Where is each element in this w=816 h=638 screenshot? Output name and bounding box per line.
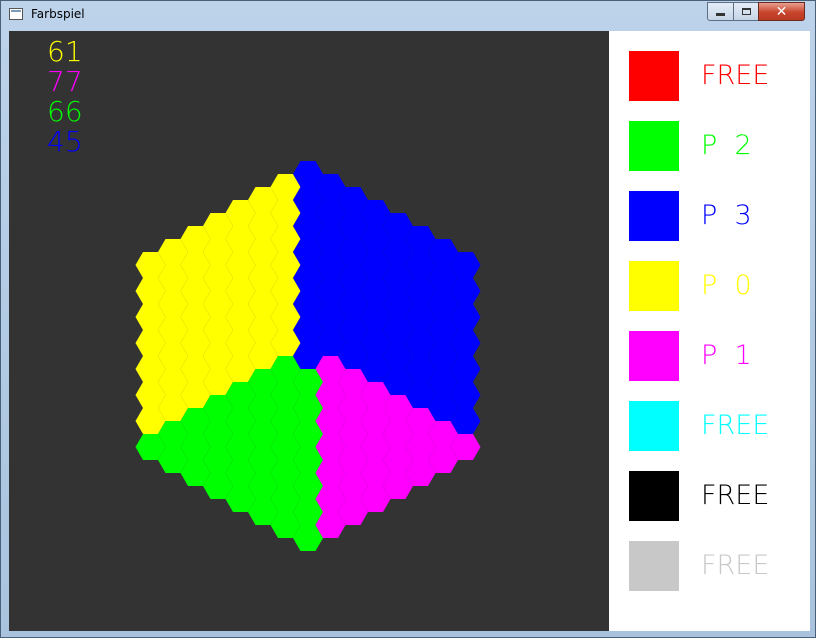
window-icon xyxy=(9,8,23,20)
green-swatch[interactable] xyxy=(629,121,679,171)
close-button[interactable]: ✕ xyxy=(758,2,805,21)
window-title: Farbspiel xyxy=(31,7,85,21)
score-list: 61 77 66 45 xyxy=(47,37,83,157)
client-area: 61 77 66 45 FREE P 2 P 3 P 0 P 1 FREE FR… xyxy=(9,31,810,631)
cyan-slot-label: FREE xyxy=(701,410,770,441)
color-slot-red[interactable]: FREE xyxy=(629,51,799,101)
score-blue: 45 xyxy=(47,125,83,158)
app-window: Farbspiel ✕ 61 77 66 45 FREE P 2 P 3 P 0… xyxy=(0,0,816,638)
title-bar[interactable]: Farbspiel ✕ xyxy=(1,1,815,30)
blue-slot-label: P 3 xyxy=(701,200,752,231)
color-slot-magenta[interactable]: P 1 xyxy=(629,331,799,381)
red-slot-label: FREE xyxy=(701,60,770,91)
minimize-icon xyxy=(716,13,725,16)
score-yellow: 61 xyxy=(47,35,83,68)
score-green: 66 xyxy=(47,95,83,128)
color-slot-black[interactable]: FREE xyxy=(629,471,799,521)
gray-slot-label: FREE xyxy=(701,550,770,581)
color-slot-yellow[interactable]: P 0 xyxy=(629,261,799,311)
cyan-swatch[interactable] xyxy=(629,401,679,451)
maximize-icon xyxy=(741,8,751,15)
gray-swatch[interactable] xyxy=(629,541,679,591)
magenta-swatch[interactable] xyxy=(629,331,679,381)
black-swatch[interactable] xyxy=(629,471,679,521)
blue-swatch[interactable] xyxy=(629,191,679,241)
color-slot-blue[interactable]: P 3 xyxy=(629,191,799,241)
minimize-button[interactable] xyxy=(707,2,734,21)
score-magenta: 77 xyxy=(47,65,83,98)
yellow-swatch[interactable] xyxy=(629,261,679,311)
hex-board[interactable] xyxy=(9,31,609,631)
color-slot-cyan[interactable]: FREE xyxy=(629,401,799,451)
maximize-button[interactable] xyxy=(733,2,759,21)
yellow-slot-label: P 0 xyxy=(701,270,752,301)
red-swatch[interactable] xyxy=(629,51,679,101)
magenta-slot-label: P 1 xyxy=(701,340,752,371)
close-icon: ✕ xyxy=(775,3,788,20)
green-slot-label: P 2 xyxy=(701,130,752,161)
color-slot-gray[interactable]: FREE xyxy=(629,541,799,591)
color-slot-green[interactable]: P 2 xyxy=(629,121,799,171)
black-slot-label: FREE xyxy=(701,480,770,511)
color-panel: FREE P 2 P 3 P 0 P 1 FREE FREE FREE xyxy=(609,31,810,631)
